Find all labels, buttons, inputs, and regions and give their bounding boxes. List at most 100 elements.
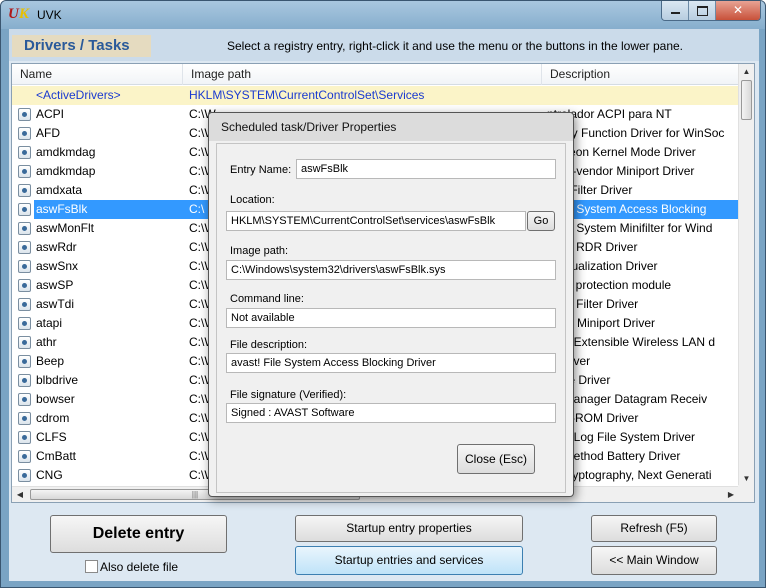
row-name: CmBatt — [36, 449, 77, 463]
row-description: ! self protection module — [547, 278, 672, 292]
title-bar[interactable]: UK UVK ✕ — [1, 1, 765, 29]
vertical-scroll-thumb[interactable] — [741, 80, 752, 120]
row-description: ! File System Access Blocking — [547, 200, 740, 219]
caption-buttons: ✕ — [661, 1, 761, 21]
go-button[interactable]: Go — [527, 211, 555, 231]
service-icon — [18, 431, 31, 444]
location-field[interactable]: HKLM\SYSTEM\CurrentControlSet\services\a… — [226, 211, 526, 231]
service-icon — [18, 222, 31, 235]
row-description: age Filter Driver — [547, 183, 633, 197]
scroll-up-icon[interactable]: ▲ — [739, 64, 754, 80]
service-icon — [18, 203, 31, 216]
service-icon — [18, 241, 31, 254]
entry-name-field[interactable]: aswFsBlk — [296, 159, 556, 179]
maximize-button[interactable] — [689, 1, 716, 20]
row-name: aswFsBlk — [34, 200, 183, 219]
row-name: aswMonFlt — [36, 221, 95, 235]
service-icon — [18, 317, 31, 330]
row-description: an Manager Datagram Receiv — [547, 392, 708, 406]
entry-name-label: Entry Name: — [230, 164, 292, 176]
dialog-body: Entry Name: aswFsBlk Location: HKLM\SYST… — [216, 143, 566, 493]
row-description: el Cryptography, Next Generati — [547, 468, 712, 482]
app-window: UK UVK ✕ Drivers / Tasks Select a regist… — [0, 0, 766, 588]
instruction-text: Select a registry entry, right-click it … — [227, 39, 684, 53]
service-icon — [18, 127, 31, 140]
file-signature-label: File signature (Verified): — [230, 389, 347, 401]
row-name: CNG — [36, 468, 63, 482]
scroll-corner — [738, 485, 754, 502]
startup-entries-services-button[interactable]: Startup entries and services — [295, 546, 523, 575]
service-icon — [18, 260, 31, 273]
file-signature-field[interactable]: Signed : AVAST Software — [226, 403, 556, 423]
minimize-button[interactable] — [662, 1, 689, 20]
command-line-field[interactable]: Not available — [226, 308, 556, 328]
row-name: amdkmdag — [36, 145, 96, 159]
properties-dialog: Scheduled task/Driver Properties Entry N… — [208, 112, 574, 497]
service-icon — [18, 469, 31, 482]
startup-entry-properties-button[interactable]: Startup entry properties — [295, 515, 523, 542]
service-icon — [18, 279, 31, 292]
row-name: cdrom — [36, 411, 70, 425]
row-description: ! Virtualization Driver — [547, 259, 658, 273]
row-name: atapi — [36, 316, 63, 330]
row-description: eros Extensible Wireless LAN d — [547, 335, 716, 349]
location-label: Location: — [230, 194, 275, 206]
row-name: bowser — [36, 392, 75, 406]
service-icon — [18, 355, 31, 368]
row-description: Radeon Kernel Mode Driver — [547, 145, 696, 159]
main-window-button[interactable]: << Main Window — [591, 546, 717, 575]
close-window-button[interactable]: ✕ — [716, 1, 760, 20]
row-description: rol Method Battery Driver — [547, 449, 681, 463]
active-drivers-row[interactable]: <ActiveDrivers> HKLM\SYSTEM\CurrentContro… — [12, 86, 740, 105]
app-logo-icon: UK — [8, 6, 29, 22]
image-path-field[interactable]: C:\Windows\system32\drivers\aswFsBlk.sys — [226, 260, 556, 280]
service-icon — [18, 412, 31, 425]
row-name: <ActiveDrivers> — [36, 88, 121, 102]
row-description: I IDE Miniport Driver — [547, 316, 656, 330]
row-name: amdxata — [36, 183, 83, 197]
row-name: aswSP — [36, 278, 74, 292]
service-icon — [18, 108, 31, 121]
row-name: aswTdi — [36, 297, 75, 311]
row-name: aswRdr — [36, 240, 77, 254]
column-image-path[interactable]: Image path — [183, 64, 542, 85]
vertical-scrollbar[interactable]: ▲ ▼ — [738, 64, 754, 487]
command-line-label: Command line: — [230, 293, 304, 305]
refresh-button[interactable]: Refresh (F5) — [591, 515, 717, 542]
header-strip: Drivers / Tasks Select a registry entry,… — [9, 29, 759, 61]
service-icon — [18, 146, 31, 159]
row-description: cillary Function Driver for WinSoc — [547, 126, 725, 140]
delete-entry-button[interactable]: Delete entry — [50, 515, 227, 553]
row-name: amdkmdap — [36, 164, 96, 178]
row-description: Drive Driver — [547, 373, 611, 387]
row-description: ntrolador ACPI para NT — [547, 107, 672, 121]
service-icon — [18, 298, 31, 311]
service-icon — [18, 165, 31, 178]
also-delete-file-label: Also delete file — [100, 560, 179, 574]
row-name: athr — [36, 335, 57, 349]
row-name: Beep — [36, 354, 65, 368]
column-description[interactable]: Description — [542, 64, 740, 85]
row-name: blbdrive — [36, 373, 79, 387]
row-description: ! File System Minifilter for Wind — [547, 221, 713, 235]
row-name: ACPI — [36, 107, 65, 121]
row-description: I CD-ROM Driver — [547, 411, 639, 425]
file-description-field[interactable]: avast! File System Access Blocking Drive… — [226, 353, 556, 373]
close-dialog-button[interactable]: Close (Esc) — [457, 444, 535, 474]
dialog-title[interactable]: Scheduled task/Driver Properties — [209, 113, 573, 141]
row-description: mon Log File System Driver — [547, 430, 696, 444]
row-description: ! TDI Filter Driver — [547, 297, 639, 311]
window-title: UVK — [37, 8, 62, 22]
service-icon — [18, 393, 31, 406]
scroll-right-icon[interactable]: ▶ — [723, 487, 739, 503]
image-path-label: Image path: — [230, 245, 289, 257]
row-description: P Driver — [547, 354, 591, 368]
file-description-label: File description: — [230, 339, 308, 351]
column-name[interactable]: Name — [12, 64, 183, 85]
scroll-left-icon[interactable]: ◀ — [12, 487, 28, 503]
service-icon — [18, 336, 31, 349]
row-image-path: HKLM\SYSTEM\CurrentControlSet\Services — [189, 88, 425, 102]
also-delete-file-checkbox[interactable] — [85, 560, 98, 573]
row-name: AFD — [36, 126, 60, 140]
row-name: aswSnx — [36, 259, 79, 273]
